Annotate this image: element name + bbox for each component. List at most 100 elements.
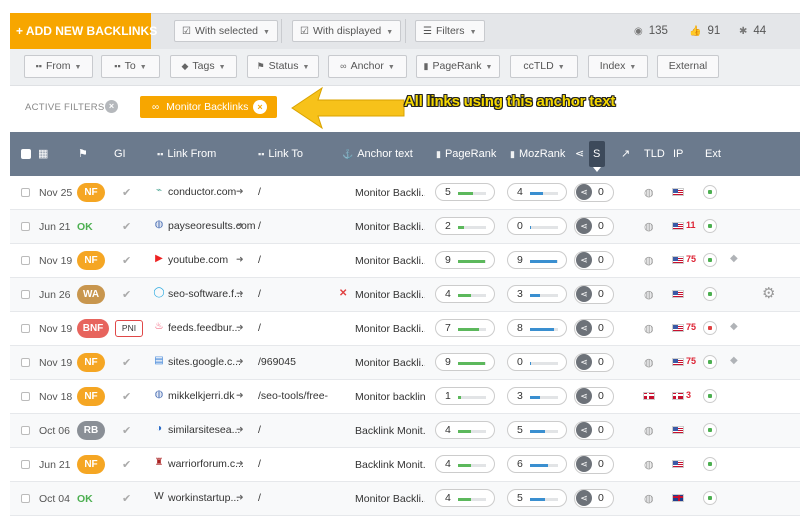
- filter-from-button[interactable]: ▪▪ From ▼: [24, 55, 93, 78]
- share-icon[interactable]: ⋖: [576, 184, 592, 200]
- external-toggle[interactable]: [703, 253, 717, 267]
- link-from[interactable]: conductor.com: [168, 186, 268, 198]
- table-row[interactable]: Nov 18 NF ✔ ◍ mikkelkjerri.dk ➜ /seo-too…: [10, 380, 800, 414]
- anchor-text[interactable]: Monitor Backli...: [355, 289, 425, 301]
- trend-icon[interactable]: ↗: [621, 147, 630, 160]
- link-from[interactable]: workinstartup...: [168, 492, 268, 504]
- table-row[interactable]: Jun 21 NF ✔ ♜ warriorforum.c... ➜ / Back…: [10, 448, 800, 482]
- share-icon[interactable]: ⋖: [576, 286, 592, 302]
- external-toggle[interactable]: [703, 491, 717, 505]
- link-from[interactable]: youtube.com: [168, 254, 268, 266]
- table-row[interactable]: Nov 19 NF ✔ ▤ sites.google.c... ➜ /96904…: [10, 346, 800, 380]
- with-displayed-button[interactable]: ☑ With displayed ▼: [292, 20, 402, 42]
- anchor-text[interactable]: Monitor Backli...: [355, 493, 425, 505]
- row-checkbox[interactable]: [21, 358, 30, 367]
- link-from[interactable]: payseoresults.com: [168, 220, 268, 232]
- filter-cctld-button[interactable]: ccTLD ▼: [510, 55, 578, 78]
- tag-icon[interactable]: ◆: [730, 355, 738, 366]
- share-icon[interactable]: ⋖: [576, 218, 592, 234]
- anchor-text[interactable]: Monitor backlin...: [355, 391, 425, 403]
- share-icon[interactable]: ⋖: [576, 456, 592, 472]
- row-checkbox[interactable]: [21, 290, 30, 299]
- table-row[interactable]: Jun 26 WA ✔ ◯ seo-software.f... ➜ / ✕ Mo…: [10, 278, 800, 312]
- anchor-text[interactable]: Monitor Backli...: [355, 187, 425, 199]
- link-from[interactable]: similarsitesea...: [168, 424, 268, 436]
- link-from[interactable]: feeds.feedbur...: [168, 322, 268, 334]
- share-icon[interactable]: ⋖: [576, 490, 592, 506]
- col-tld[interactable]: TLD: [644, 148, 665, 160]
- col-pagerank[interactable]: ▮ PageRank: [436, 148, 496, 160]
- col-ip[interactable]: IP: [673, 148, 683, 160]
- col-gi[interactable]: GI: [114, 148, 126, 160]
- filter-status-button[interactable]: ⚑ Status ▼: [247, 55, 319, 78]
- link-to[interactable]: /: [258, 424, 328, 436]
- link-to[interactable]: /seo-tools/free-...: [258, 390, 328, 402]
- external-toggle[interactable]: [703, 355, 717, 369]
- link-to[interactable]: /: [258, 288, 328, 300]
- select-all-checkbox[interactable]: [21, 149, 31, 159]
- flag-icon[interactable]: ⚑: [78, 147, 88, 160]
- clear-filters-icon[interactable]: ×: [105, 100, 118, 113]
- link-to[interactable]: /: [258, 186, 328, 198]
- filter-tags-button[interactable]: ◆ Tags ▼: [170, 55, 237, 78]
- col-link-from[interactable]: ▪▪ Link From: [157, 148, 216, 160]
- filter-pagerank-button[interactable]: ▮ PageRank ▼: [416, 55, 500, 78]
- link-from[interactable]: warriorforum.c...: [168, 458, 268, 470]
- row-checkbox[interactable]: [21, 392, 30, 401]
- col-s[interactable]: S: [593, 148, 600, 160]
- anchor-text[interactable]: Monitor Backli...: [355, 323, 425, 335]
- link-to[interactable]: /: [258, 322, 328, 334]
- calendar-icon[interactable]: ▦: [38, 147, 48, 160]
- share-icon[interactable]: ⋖: [576, 354, 592, 370]
- row-checkbox[interactable]: [21, 460, 30, 469]
- link-from[interactable]: mikkelkjerri.dk: [168, 390, 268, 402]
- tag-icon[interactable]: ◆: [730, 321, 738, 332]
- col-ext[interactable]: Ext: [705, 148, 721, 160]
- filters-button[interactable]: ☰ Filters ▼: [415, 20, 485, 42]
- col-link-to[interactable]: ▪▪ Link To: [258, 148, 303, 160]
- share-header-icon[interactable]: ⋖: [575, 147, 584, 160]
- anchor-text[interactable]: Backlink Monit...: [355, 425, 425, 437]
- filter-to-button[interactable]: ▪▪ To ▼: [101, 55, 160, 78]
- anchor-text[interactable]: Monitor Backli...: [355, 357, 425, 369]
- external-toggle[interactable]: [703, 457, 717, 471]
- external-toggle[interactable]: [703, 219, 717, 233]
- table-row[interactable]: Oct 06 RB ✔ ◑ similarsitesea... ➜ / Back…: [10, 414, 800, 448]
- share-icon[interactable]: ⋖: [576, 252, 592, 268]
- table-row[interactable]: Jun 21 OK ✔ ◍ payseoresults.com ➜ / Moni…: [10, 210, 800, 244]
- table-row[interactable]: Nov 19 BNF PNI ♨ feeds.feedbur... ➜ / Mo…: [10, 312, 800, 346]
- link-to[interactable]: /969045: [258, 356, 328, 368]
- add-new-backlinks-button[interactable]: + ADD NEW BACKLINKS: [10, 13, 157, 49]
- external-toggle[interactable]: [703, 389, 717, 403]
- external-toggle[interactable]: [703, 287, 717, 301]
- gear-icon[interactable]: ⚙: [762, 284, 775, 302]
- anchor-text[interactable]: Backlink Monit...: [355, 459, 425, 471]
- table-row[interactable]: Nov 19 NF ✔ ▶ youtube.com ➜ / Monitor Ba…: [10, 244, 800, 278]
- link-from[interactable]: seo-software.f...: [168, 288, 268, 300]
- col-mozrank[interactable]: ▮ MozRank: [510, 148, 565, 160]
- external-toggle[interactable]: [703, 423, 717, 437]
- col-anchor[interactable]: ⚓ Anchor text: [342, 148, 413, 160]
- external-toggle[interactable]: [703, 321, 717, 335]
- external-toggle[interactable]: [703, 185, 717, 199]
- share-icon[interactable]: ⋖: [576, 422, 592, 438]
- row-checkbox[interactable]: [21, 222, 30, 231]
- row-checkbox[interactable]: [21, 256, 30, 265]
- share-icon[interactable]: ⋖: [576, 388, 592, 404]
- with-selected-button[interactable]: ☑ With selected ▼: [174, 20, 278, 42]
- link-to[interactable]: /: [258, 458, 328, 470]
- table-row[interactable]: Oct 04 OK ✔ W workinstartup... ➜ / Monit…: [10, 482, 800, 516]
- remove-filter-icon[interactable]: ×: [253, 100, 267, 114]
- share-icon[interactable]: ⋖: [576, 320, 592, 336]
- link-to[interactable]: /: [258, 254, 328, 266]
- row-checkbox[interactable]: [21, 324, 30, 333]
- tag-icon[interactable]: ◆: [730, 253, 738, 264]
- filter-external-button[interactable]: External: [657, 55, 719, 78]
- link-to[interactable]: /: [258, 492, 328, 504]
- anchor-text[interactable]: Monitor Backli...: [355, 255, 425, 267]
- row-checkbox[interactable]: [21, 188, 30, 197]
- row-checkbox[interactable]: [21, 494, 30, 503]
- filter-anchor-button[interactable]: ∞ Anchor ▼: [328, 55, 407, 78]
- link-from[interactable]: sites.google.c...: [168, 356, 268, 368]
- filter-index-button[interactable]: Index ▼: [588, 55, 648, 78]
